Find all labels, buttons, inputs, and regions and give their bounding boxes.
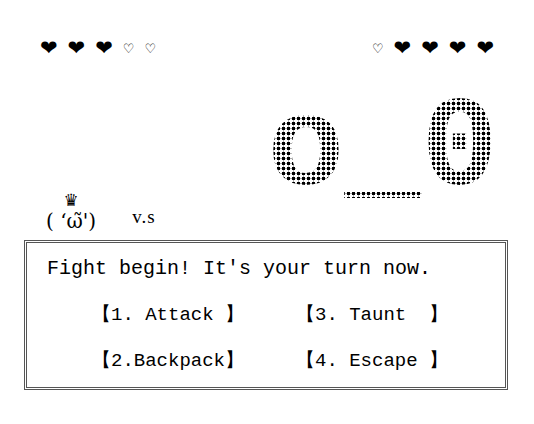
battle-field: ♛( ‘ω̃') v.s o_0 (0, 62, 534, 232)
heart-icon: ❤ (394, 38, 412, 59)
action-option[interactable]: 【2.Backpack】 (92, 347, 296, 375)
versus-label: v.s (132, 203, 155, 233)
heart-icon: ♡ (372, 42, 384, 55)
heart-icon: ❤ (476, 38, 494, 59)
heart-icon: ♡ (123, 42, 135, 55)
player-health: ❤ ❤ ❤ ♡ ♡ (40, 38, 156, 59)
player-side: ♛( ‘ω̃') v.s (46, 191, 156, 232)
heart-icon: ❤ (68, 38, 86, 59)
battle-dialog: Fight begin! It's your turn now. 【1. Att… (24, 240, 508, 390)
enemy-health: ♡ ❤ ❤ ❤ ❤ (372, 38, 494, 59)
health-bar-row: ❤ ❤ ❤ ♡ ♡ ♡ ❤ ❤ ❤ ❤ (0, 0, 534, 62)
player-face: ( ‘ω̃') (46, 210, 96, 232)
action-menu: 【1. Attack 】【3. Taunt 】【2.Backpack】【4. E… (47, 301, 493, 375)
heart-icon: ❤ (449, 38, 467, 59)
crown-icon: ♛ (63, 191, 78, 210)
action-option[interactable]: 【4. Escape 】 (296, 347, 493, 375)
heart-icon: ♡ (144, 42, 156, 55)
action-option[interactable]: 【1. Attack 】 (92, 301, 296, 329)
enemy-character: o_0 (266, 86, 500, 214)
heart-icon: ❤ (40, 38, 58, 59)
action-option[interactable]: 【3. Taunt 】 (296, 301, 493, 329)
heart-icon: ❤ (95, 38, 113, 59)
player-character: ♛( ‘ω̃') (46, 191, 96, 232)
heart-icon: ❤ (421, 38, 439, 59)
battle-message: Fight begin! It's your turn now. (47, 255, 493, 283)
